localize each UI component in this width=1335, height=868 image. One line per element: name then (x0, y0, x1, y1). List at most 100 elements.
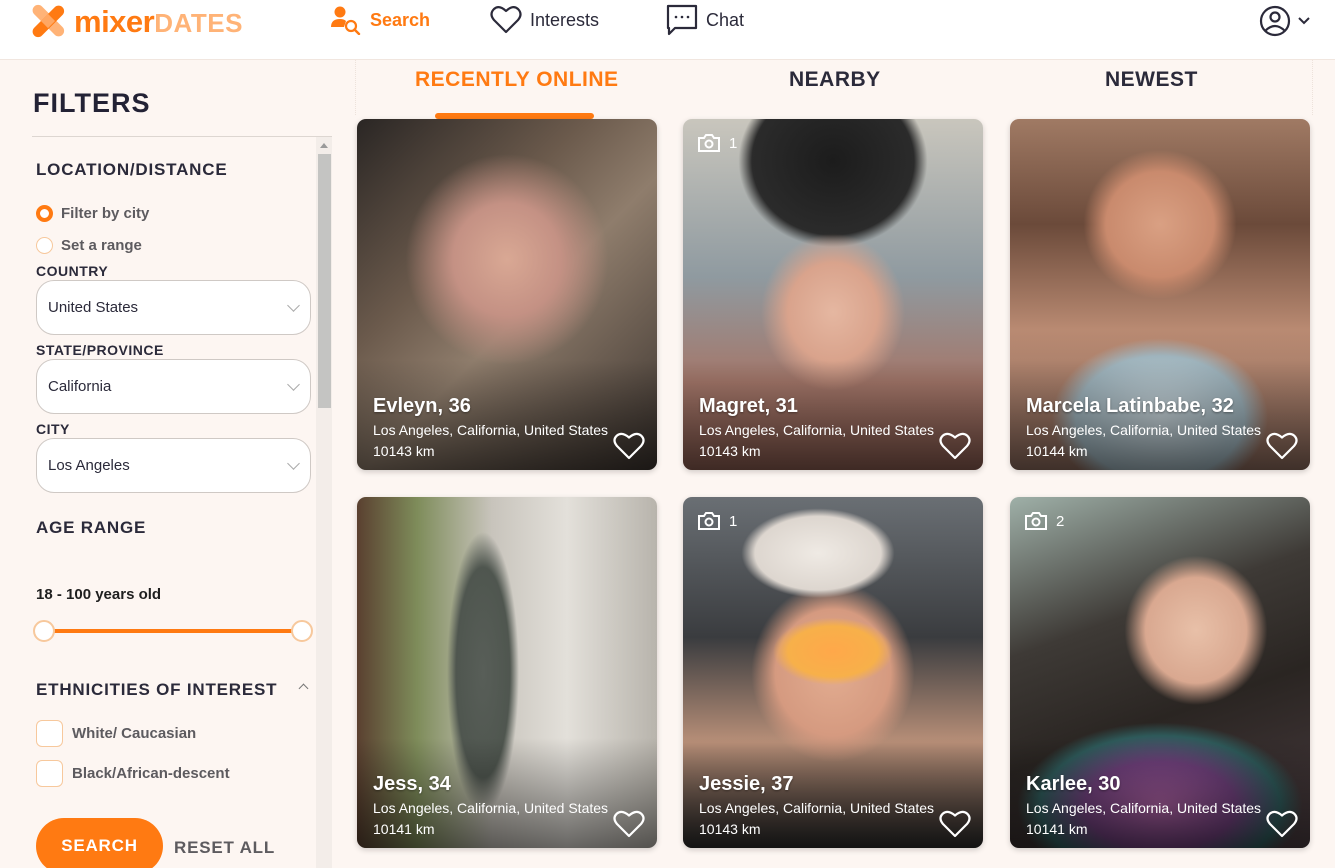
checkbox-box (36, 720, 63, 747)
checkbox-label: White/ Caucasian (72, 725, 197, 742)
profile-name: Jessie, 37 (699, 773, 794, 795)
sidebar-divider (32, 136, 332, 137)
profile-card[interactable]: 1 Magret, 31 Los Angeles, California, Un… (683, 119, 983, 470)
nav-search[interactable]: Search (330, 0, 430, 40)
nav-search-label: Search (370, 9, 431, 30)
profile-name: Karlee, 30 (1026, 773, 1121, 795)
heart-icon[interactable] (1266, 432, 1298, 460)
tab-nearby[interactable]: NEARBY (789, 68, 881, 92)
heart-icon[interactable] (939, 810, 971, 838)
profile-location: Los Angeles, California, United States (373, 800, 609, 816)
country-value: United States (48, 299, 139, 316)
search-button[interactable]: SEARCH (36, 818, 163, 868)
nav-chat-label: Chat (706, 9, 745, 30)
tab-newest[interactable]: NEWEST (1105, 68, 1198, 92)
tab-recently-online[interactable]: RECENTLY ONLINE (415, 68, 619, 92)
photo-count: 1 (729, 134, 738, 152)
photo-count-badge: 1 (697, 511, 737, 531)
age-slider-min-handle[interactable] (33, 620, 55, 642)
logo-cross-icon (30, 3, 66, 39)
profile-distance: 10143 km (699, 443, 761, 459)
filters-title: FILTERS (33, 88, 151, 118)
profile-distance: 10141 km (373, 821, 435, 837)
filters-sidebar: FILTERS LOCATION/DISTANCE Filter by city… (0, 60, 340, 868)
photo-count-badge: 1 (697, 133, 737, 153)
logo-text-mixer: mixer (74, 3, 155, 39)
radio-filter-by-city[interactable]: Filter by city (36, 205, 149, 222)
profile-name: Marcela Latinbabe, 32 (1026, 395, 1234, 417)
profile-location: Los Angeles, California, United States (373, 422, 609, 438)
camera-icon (698, 512, 720, 530)
checkbox-black-african-descent[interactable]: Black/African-descent (36, 760, 230, 787)
logo-wordmark: mixerDATES (74, 6, 243, 37)
location-section-title: LOCATION/DISTANCE (36, 160, 228, 179)
sidebar-scrollbar[interactable] (316, 137, 332, 868)
profile-card[interactable]: 1 Jessie, 37 Los Angeles, California, Un… (683, 497, 983, 848)
heart-icon[interactable] (1266, 810, 1298, 838)
scroll-up-arrow-icon[interactable] (320, 143, 328, 148)
chevron-down-icon (287, 299, 300, 312)
photo-count: 2 (1056, 512, 1065, 530)
age-range-summary: 18 - 100 years old (36, 586, 162, 603)
city-select[interactable]: Los Angeles (36, 438, 311, 493)
profile-name: Evleyn, 36 (373, 395, 471, 417)
radio-label: Filter by city (61, 205, 150, 222)
age-slider-max-handle[interactable] (291, 620, 313, 642)
user-circle-icon (1259, 5, 1291, 37)
scrollbar-thumb[interactable] (318, 154, 331, 408)
radio-unselected-icon (36, 237, 53, 254)
chevron-down-icon (287, 457, 300, 470)
account-menu[interactable] (1259, 5, 1311, 37)
chevron-down-icon (1298, 17, 1310, 25)
heart-icon[interactable] (613, 432, 645, 460)
camera-icon (1025, 512, 1047, 530)
photo-count: 1 (729, 512, 738, 530)
profile-location: Los Angeles, California, United States (699, 800, 935, 816)
profile-location: Los Angeles, California, United States (1026, 422, 1262, 438)
nav-chat[interactable]: Chat (666, 0, 744, 40)
age-range-title: AGE RANGE (36, 518, 147, 537)
profile-location: Los Angeles, California, United States (699, 422, 935, 438)
profile-distance: 10144 km (1026, 443, 1088, 459)
checkbox-box (36, 760, 63, 787)
state-value: California (48, 378, 112, 395)
chat-bubble-icon (666, 4, 698, 36)
city-value: Los Angeles (48, 457, 130, 474)
camera-icon (698, 134, 720, 152)
profile-distance: 10143 km (373, 443, 435, 459)
country-label: COUNTRY (36, 263, 109, 279)
profile-card[interactable]: Evleyn, 36 Los Angeles, California, Unit… (357, 119, 657, 470)
photo-count-badge: 2 (1024, 511, 1064, 531)
profile-card[interactable]: 2 Karlee, 30 Los Angeles, California, Un… (1010, 497, 1310, 848)
state-select[interactable]: California (36, 359, 311, 414)
heart-icon (490, 6, 522, 34)
radio-set-a-range[interactable]: Set a range (36, 237, 142, 254)
heart-icon[interactable] (613, 810, 645, 838)
radio-selected-icon (36, 205, 53, 222)
state-label: STATE/PROVINCE (36, 342, 164, 358)
profile-card[interactable]: Marcela Latinbabe, 32 Los Angeles, Calif… (1010, 119, 1310, 470)
profile-distance: 10141 km (1026, 821, 1088, 837)
city-label: CITY (36, 421, 70, 437)
profile-name: Magret, 31 (699, 395, 798, 417)
logo-text-dates: DATES (154, 7, 243, 38)
checkbox-label: Black/African-descent (72, 765, 230, 782)
chevron-down-icon (287, 378, 300, 391)
nav-interests[interactable]: Interests (490, 0, 599, 40)
results-tabs: RECENTLY ONLINE NEARBY NEWEST (355, 60, 1313, 115)
age-slider-track[interactable] (44, 629, 302, 633)
country-select[interactable]: United States (36, 280, 311, 335)
heart-icon[interactable] (939, 432, 971, 460)
reset-all-button[interactable]: RESET ALL (174, 838, 275, 858)
top-navigation-bar: mixerDATES Search Interests Chat (0, 0, 1335, 60)
profile-card[interactable]: Jess, 34 Los Angeles, California, United… (357, 497, 657, 848)
profile-distance: 10143 km (699, 821, 761, 837)
profile-location: Los Angeles, California, United States (1026, 800, 1262, 816)
radio-label: Set a range (61, 237, 142, 254)
checkbox-white-caucasian[interactable]: White/ Caucasian (36, 720, 196, 747)
ethnicities-title: ETHNICITIES OF INTEREST (36, 680, 278, 699)
profile-name: Jess, 34 (373, 773, 451, 795)
chevron-up-icon[interactable] (298, 683, 309, 694)
user-search-icon (331, 6, 361, 35)
mixerdates-logo[interactable]: mixerDATES (30, 2, 243, 40)
